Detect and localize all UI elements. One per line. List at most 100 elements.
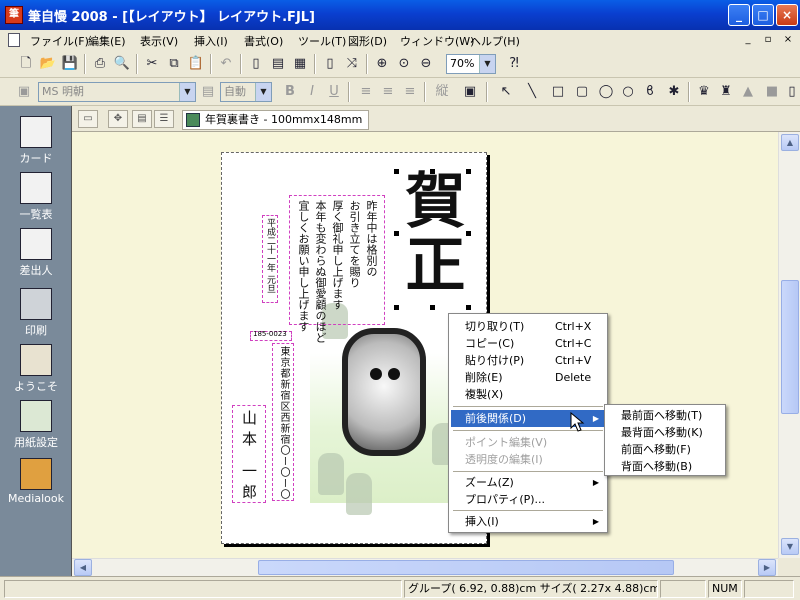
scroll-down-button[interactable]: ▼ bbox=[781, 538, 799, 555]
freeform-icon[interactable]: ϐ bbox=[640, 82, 660, 102]
underline-icon[interactable]: U bbox=[324, 82, 344, 102]
print-preview-icon[interactable]: 🔍 bbox=[112, 54, 132, 74]
ctx-zoom[interactable]: ズーム(Z) ▶ bbox=[451, 474, 605, 491]
greeting-selection[interactable]: 賀正 bbox=[394, 169, 471, 310]
panel-print-button[interactable]: 印刷 bbox=[8, 288, 64, 338]
postal-frame[interactable]: 185-0023 bbox=[250, 330, 292, 341]
ctx-copy[interactable]: コピー(C) Ctrl+C bbox=[451, 335, 605, 352]
font-size-icon[interactable]: ▤ bbox=[198, 82, 218, 102]
pointer-icon[interactable]: ↖ bbox=[496, 82, 516, 102]
tab-text-icon[interactable]: ☰ bbox=[154, 110, 174, 128]
scroll-left-button[interactable]: ◀ bbox=[74, 559, 92, 576]
zoom-select[interactable]: 70% ▼ bbox=[446, 54, 496, 74]
align-left-icon[interactable]: ≡ bbox=[356, 82, 376, 102]
chevron-down-icon[interactable]: ▼ bbox=[479, 55, 495, 73]
zoom-in-icon[interactable]: ⊕ bbox=[372, 54, 392, 74]
page-icon[interactable]: ▯ bbox=[320, 54, 340, 74]
document-icon[interactable] bbox=[8, 33, 20, 47]
zoom-fit-icon[interactable]: ⊙ bbox=[394, 54, 414, 74]
chevron-down-icon[interactable]: ▼ bbox=[179, 83, 195, 101]
align-right-icon[interactable]: ≡ bbox=[400, 82, 420, 102]
ctx-insert[interactable]: 挿入(I) ▶ bbox=[451, 513, 605, 530]
paste-icon[interactable]: 📋 bbox=[186, 54, 206, 74]
open-folder-icon[interactable]: 📂 bbox=[38, 54, 58, 74]
font-name-select[interactable]: MS 明朝 ▼ bbox=[38, 82, 196, 102]
stamp-icon[interactable]: ♛ bbox=[694, 82, 714, 102]
rotate-icon[interactable]: ⤨ bbox=[342, 54, 362, 74]
tab-layout[interactable]: 年賀裏書き - 100mmx148mm bbox=[182, 110, 370, 130]
menu-view[interactable]: 表示(V) bbox=[140, 33, 178, 49]
send-to-back[interactable]: 最背面へ移動(K) bbox=[607, 424, 723, 441]
figure-icon[interactable]: ♜ bbox=[716, 82, 736, 102]
tab-view-icon[interactable]: ▭ bbox=[78, 110, 98, 128]
maximize-button[interactable]: □ bbox=[752, 4, 774, 26]
panel-sender-button[interactable]: 差出人 bbox=[8, 228, 64, 278]
menu-tools[interactable]: ツール(T) bbox=[298, 33, 346, 49]
print-icon[interactable]: ⎙ bbox=[90, 54, 110, 74]
address-frame[interactable]: 東京都新宿区西新宿〇ー〇ー〇 bbox=[272, 343, 294, 501]
ctx-point-edit[interactable]: ポイント編集(V) bbox=[451, 434, 605, 451]
minimize-button[interactable]: _ bbox=[728, 4, 750, 26]
more-icon[interactable]: ▯ bbox=[782, 82, 800, 102]
chevron-down-icon[interactable]: ▼ bbox=[255, 83, 271, 101]
scroll-up-button[interactable]: ▲ bbox=[781, 134, 799, 151]
help-cursor-icon[interactable]: ⁈ bbox=[504, 54, 524, 74]
align-center-icon[interactable]: ≡ bbox=[378, 82, 398, 102]
menu-shapes[interactable]: 図形(D) bbox=[348, 33, 387, 49]
send-backward[interactable]: 背面へ移動(B) bbox=[607, 458, 723, 475]
panel-paper-settings-button[interactable]: 用紙設定 bbox=[8, 400, 64, 450]
cut-icon[interactable]: ✂ bbox=[142, 54, 162, 74]
ctx-properties[interactable]: プロパティ(P)... bbox=[451, 491, 605, 508]
vertical-scroll-thumb[interactable] bbox=[781, 280, 799, 414]
rectangle-icon[interactable]: □ bbox=[548, 82, 568, 102]
menu-file[interactable]: ファイル(F) bbox=[30, 33, 89, 49]
copy-icon[interactable]: ⧉ bbox=[164, 54, 184, 74]
app-icon[interactable]: 筆 bbox=[5, 6, 23, 24]
bring-forward[interactable]: 前面へ移動(F) bbox=[607, 441, 723, 458]
undo-icon[interactable]: ↶ bbox=[216, 54, 236, 74]
line-icon[interactable]: ╲ bbox=[522, 82, 542, 102]
mouse-illustration[interactable] bbox=[342, 328, 426, 456]
zoom-out-icon[interactable]: ⊖ bbox=[416, 54, 436, 74]
shade-icon[interactable]: ▲ bbox=[738, 82, 758, 102]
table-view-icon[interactable]: ▦ bbox=[290, 54, 310, 74]
circle-icon[interactable]: ○ bbox=[618, 82, 638, 102]
ctx-transparency-edit[interactable]: 透明度の編集(I) bbox=[451, 451, 605, 468]
bring-to-front[interactable]: 最前面へ移動(T) bbox=[607, 407, 723, 424]
ellipse-icon[interactable]: ◯ bbox=[596, 82, 616, 102]
text-style-icon[interactable]: ▣ bbox=[14, 82, 34, 102]
bold-icon[interactable]: B bbox=[280, 82, 300, 102]
ctx-delete[interactable]: 削除(E) Delete bbox=[451, 369, 605, 386]
frame-icon[interactable]: ▣ bbox=[460, 82, 480, 102]
panel-medialook-button[interactable]: Medialook bbox=[8, 458, 64, 505]
mdi-minimize-button[interactable]: _ bbox=[740, 32, 756, 47]
italic-icon[interactable]: I bbox=[302, 82, 322, 102]
new-file-icon[interactable]: 🗋 bbox=[16, 54, 36, 74]
mdi-close-button[interactable]: × bbox=[780, 32, 796, 47]
panel-card-button[interactable]: カード bbox=[8, 116, 64, 166]
card-view-icon[interactable]: ▯ bbox=[246, 54, 266, 74]
mdi-restore-button[interactable]: ▫ bbox=[760, 32, 776, 47]
menu-format[interactable]: 書式(O) bbox=[244, 33, 283, 49]
ctx-cut[interactable]: 切り取り(T) Ctrl+X bbox=[451, 318, 605, 335]
ctx-duplicate[interactable]: 複製(X) bbox=[451, 386, 605, 403]
menu-insert[interactable]: 挿入(I) bbox=[194, 33, 228, 49]
ctx-paste[interactable]: 貼り付け(P) Ctrl+V bbox=[451, 352, 605, 369]
scroll-right-button[interactable]: ▶ bbox=[758, 559, 776, 576]
menu-window[interactable]: ウィンドウ(W) bbox=[400, 33, 474, 49]
date-frame[interactable]: 平成二十一年 元旦 bbox=[262, 215, 278, 303]
name-frame[interactable]: 山本 一郎 bbox=[232, 405, 266, 505]
message-frame[interactable]: 昨年中は格別の お引き立てを賜り 厚く御礼申し上げます 本年も変わらぬ御愛顧のほ… bbox=[289, 195, 385, 343]
title-bar[interactable]: 筆 筆自慢 2008 - [【レイアウト】 レイアウト.FJL] _ □ × bbox=[0, 0, 800, 30]
close-button[interactable]: × bbox=[776, 4, 798, 26]
menu-help[interactable]: ヘルプ(H) bbox=[470, 33, 520, 49]
panel-list-button[interactable]: 一覧表 bbox=[8, 172, 64, 222]
menu-edit[interactable]: 編集(E) bbox=[88, 33, 126, 49]
panel-welcome-button[interactable]: ようこそ bbox=[8, 344, 64, 394]
vertical-text-button[interactable]: 縦 bbox=[432, 82, 452, 102]
star-icon[interactable]: ✱ bbox=[664, 82, 684, 102]
font-size-select[interactable]: 自動 ▼ bbox=[220, 82, 272, 102]
horizontal-scroll-thumb[interactable] bbox=[258, 560, 674, 575]
tab-grip-icon[interactable]: ✥ bbox=[108, 110, 128, 128]
horizontal-scrollbar[interactable]: ◀ ▶ bbox=[72, 558, 778, 576]
